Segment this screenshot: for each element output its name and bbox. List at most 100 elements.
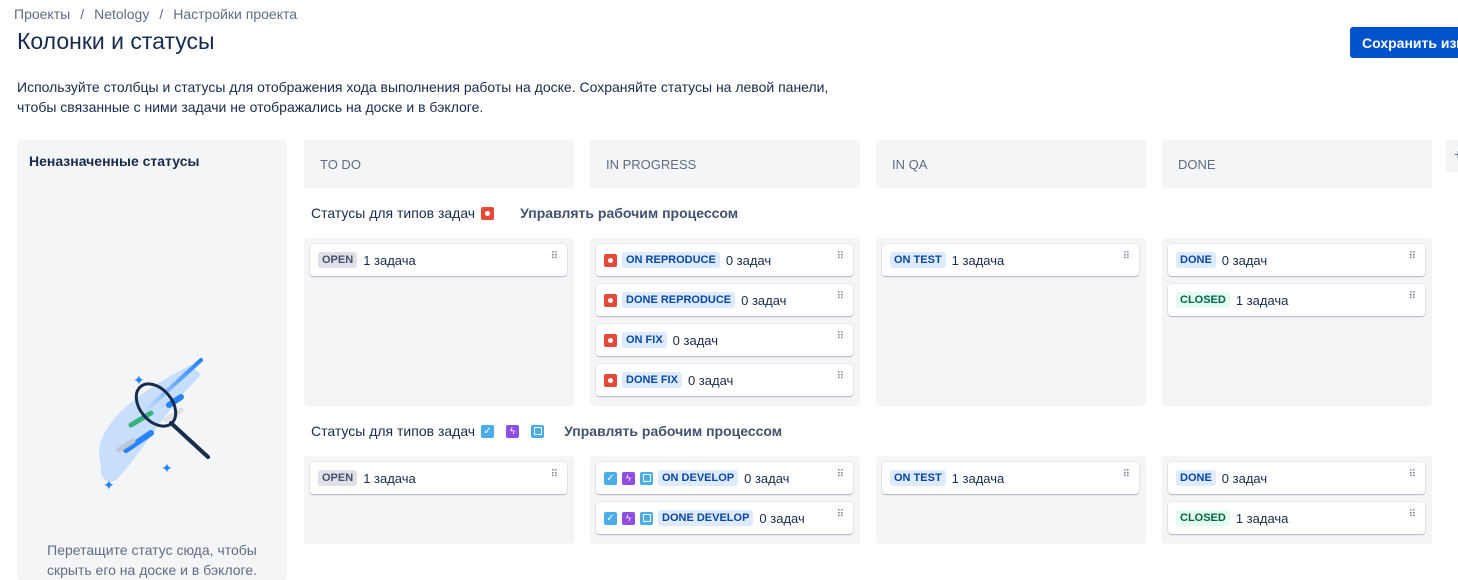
drag-handle-icon[interactable]: ⠿ [1409,252,1416,262]
status-card-done-fix[interactable]: DONE FIX 0 задач ⠿ [596,364,853,396]
task-count: 1 задача [1235,292,1289,308]
status-group-label-text: Статусы для типов задач [311,423,476,439]
task-count: 0 задач [741,292,787,308]
lane-in-progress[interactable]: ✓ ϟ ON DEVELOP 0 задач ⠿ ✓ ϟ DONE DEVELO… [590,456,860,544]
breadcrumb-projects-link[interactable]: Проекты [14,6,70,22]
task-icon: ✓ [481,424,495,438]
subtask-icon: ϟ [622,511,635,525]
lane-done[interactable]: DONE 0 задач ⠿ CLOSED 1 задача ⠿ [1162,238,1432,406]
story-icon [640,471,653,485]
status-lozenge: CLOSED [1176,292,1230,308]
status-card-closed[interactable]: CLOSED 1 задача ⠿ [1168,284,1425,316]
bug-icon [604,333,617,347]
svg-text:✦: ✦ [133,373,145,389]
drag-handle-icon[interactable]: ⠿ [837,372,844,382]
status-lozenge: CLOSED [1176,510,1230,526]
task-count: 1 задача [951,470,1005,486]
save-button[interactable]: Сохранить изм [1350,27,1458,58]
column-header-in-qa[interactable]: IN QA [876,140,1146,188]
task-count: 1 задача [951,252,1005,268]
story-icon [640,511,653,525]
breadcrumb-separator: / [159,6,164,22]
svg-text:✦: ✦ [161,461,173,477]
column-header-in-progress[interactable]: IN PROGRESS [590,140,860,188]
bug-icon [604,293,617,307]
status-lozenge: ON REPRODUCE [622,252,720,268]
status-card-on-test[interactable]: ON TEST 1 задача ⠿ [882,462,1139,494]
column-header-done[interactable]: DONE [1162,140,1432,188]
status-card-done-reproduce[interactable]: DONE REPRODUCE 0 задач ⠿ [596,284,853,316]
drag-handle-icon[interactable]: ⠿ [837,332,844,342]
status-lozenge: ON TEST [890,470,946,486]
subtask-bolt-glyph: ϟ [626,473,631,483]
status-group-label: Статусы для типов задач Управлять рабочи… [311,205,738,221]
status-card-closed[interactable]: CLOSED 1 задача ⠿ [1168,502,1425,534]
drag-handle-icon[interactable]: ⠿ [837,510,844,520]
task-icon: ✓ [604,471,617,485]
drag-handle-icon[interactable]: ⠿ [1409,470,1416,480]
task-count: 1 задача [1235,510,1289,526]
task-check-glyph: ✓ [606,472,615,484]
manage-workflow-link[interactable]: Управлять рабочим процессом [564,423,782,439]
svg-text:✦: ✦ [103,478,115,494]
unassigned-statuses-panel[interactable]: Неназначенные статусы ✦ ✦ ✦ Перетащите с… [17,140,287,580]
task-count: 0 задач [1221,470,1268,486]
drag-handle-icon[interactable]: ⠿ [551,470,558,480]
status-card-on-reproduce[interactable]: ON REPRODUCE 0 задач ⠿ [596,244,853,276]
status-lozenge: OPEN [318,252,358,268]
lane-done[interactable]: DONE 0 задач ⠿ CLOSED 1 задача ⠿ [1162,456,1432,544]
drag-handle-icon[interactable]: ⠿ [1409,510,1416,520]
status-card-done[interactable]: DONE 0 задач ⠿ [1168,462,1425,494]
status-card-done-develop[interactable]: ✓ ϟ DONE DEVELOP 0 задач ⠿ [596,502,853,534]
breadcrumb-separator: / [80,6,85,22]
task-count: 0 задач [672,332,719,348]
lane-in-qa[interactable]: ON TEST 1 задача ⠿ [876,238,1146,406]
drag-handle-icon[interactable]: ⠿ [1123,470,1130,480]
status-lozenge: ON DEVELOP [658,470,739,486]
breadcrumb-project-link[interactable]: Netology [94,6,149,22]
column-header-todo[interactable]: TO DO [304,140,574,188]
drag-handle-icon[interactable]: ⠿ [837,470,844,480]
lane-todo[interactable]: OPEN 1 задача ⠿ [304,456,574,544]
drag-handle-icon[interactable]: ⠿ [837,292,844,302]
breadcrumb: Проекты / Netology / Настройки проекта [14,6,297,22]
status-lozenge: ON FIX [622,332,667,348]
lane-todo[interactable]: OPEN 1 задача ⠿ [304,238,574,406]
unassigned-hint-text: Перетащите статус сюда, чтобы скрыть его… [46,542,258,578]
status-group-label: Статусы для типов задач ✓ ϟ Управлять ра… [311,423,782,439]
drag-handle-icon[interactable]: ⠿ [837,252,844,262]
bug-icon [604,253,617,267]
lane-in-progress[interactable]: ON REPRODUCE 0 задач ⠿ DONE REPRODUCE 0 … [590,238,860,406]
lane-in-qa[interactable]: ON TEST 1 задача ⠿ [876,456,1146,544]
page-description: Используйте столбцы и статусы для отобра… [17,79,829,115]
status-lozenge: DONE REPRODUCE [622,292,736,308]
bug-icon [481,206,495,220]
drag-handle-icon[interactable]: ⠿ [551,252,558,262]
page-title: Колонки и статусы [17,28,215,54]
manage-workflow-link[interactable]: Управлять рабочим процессом [520,205,738,221]
task-count: 1 задача [363,252,416,268]
status-card-on-fix[interactable]: ON FIX 0 задач ⠿ [596,324,853,356]
status-group-label-text: Статусы для типов задач [311,205,476,221]
status-lozenge: OPEN [318,470,358,486]
status-card-on-develop[interactable]: ✓ ϟ ON DEVELOP 0 задач ⠿ [596,462,853,494]
subtask-bolt-glyph: ϟ [626,513,631,523]
drag-handle-icon[interactable]: ⠿ [1123,252,1130,262]
add-column-button[interactable]: + [1446,140,1458,172]
status-card-on-test[interactable]: ON TEST 1 задача ⠿ [882,244,1139,276]
story-icon [531,424,545,438]
status-card-open[interactable]: OPEN 1 задача ⠿ [310,462,567,494]
breadcrumb-settings-link[interactable]: Настройки проекта [173,6,297,22]
drag-handle-icon[interactable]: ⠿ [1409,292,1416,302]
subtask-bolt-glyph: ϟ [510,426,515,436]
subtask-icon: ϟ [622,471,635,485]
task-count: 0 задач [759,510,805,526]
task-count: 0 задач [725,252,772,268]
status-card-done[interactable]: DONE 0 задач ⠿ [1168,244,1425,276]
task-icon: ✓ [604,511,617,525]
unassigned-statuses-title: Неназначенные статусы [29,153,200,169]
status-card-open[interactable]: OPEN 1 задача ⠿ [310,244,567,276]
status-lozenge: DONE FIX [622,372,682,388]
bug-icon [604,373,617,387]
broom-illustration-icon: ✦ ✦ ✦ [81,355,231,500]
